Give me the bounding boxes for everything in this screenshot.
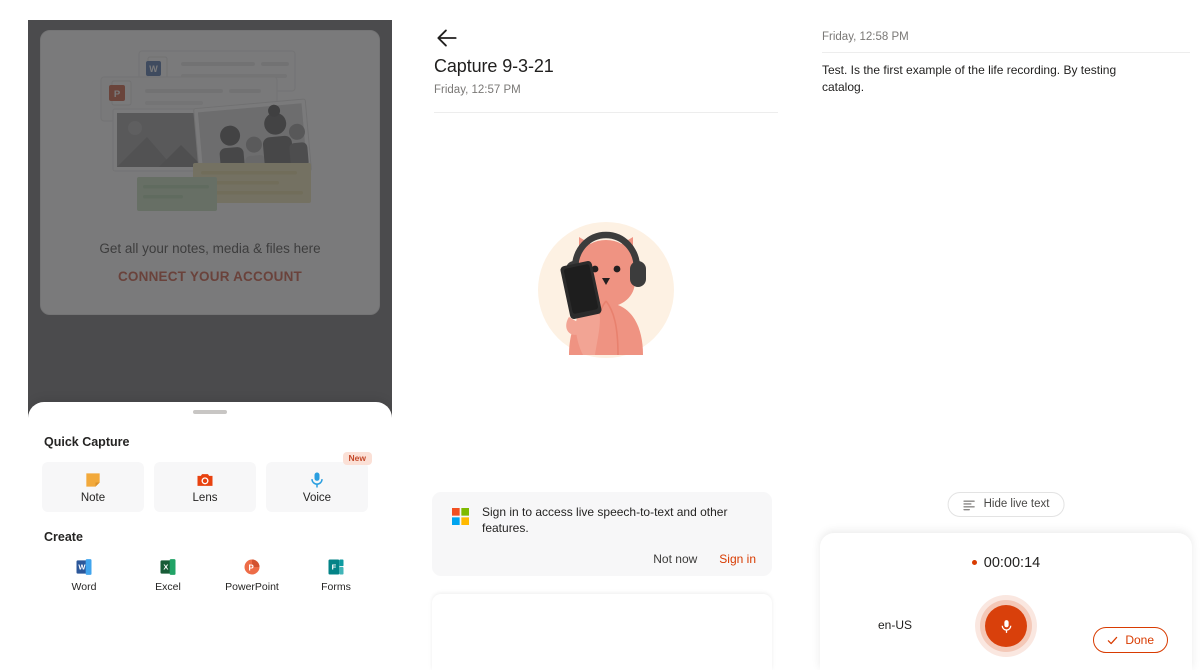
sticky-note-icon: [86, 473, 100, 487]
create-app-word-label: Word: [71, 581, 97, 593]
text-lines-icon: [963, 500, 975, 511]
camera-icon: [197, 473, 213, 486]
recorder-card: 00:00:14 en-US Done: [820, 533, 1192, 670]
capture-subtitle: Friday, 12:57 PM: [434, 84, 521, 96]
not-now-button[interactable]: Not now: [653, 552, 697, 566]
bottom-sheet-peek[interactable]: [432, 594, 772, 670]
cat-with-headphones-illustration: [538, 222, 674, 358]
sign-in-button[interactable]: Sign in: [719, 552, 756, 566]
quick-capture-voice-label: Voice: [302, 491, 332, 504]
voice-new-badge: New: [342, 452, 372, 466]
transcript-divider: [822, 52, 1190, 53]
recording-date: Friday, 12:58 PM: [822, 31, 909, 43]
svg-text:X: X: [163, 563, 168, 572]
live-transcript-text: Test. Is the first example of the life r…: [822, 63, 1117, 94]
create-app-powerpoint-label: PowerPoint: [225, 581, 279, 593]
quick-capture-heading: Quick Capture: [44, 435, 130, 449]
create-heading: Create: [44, 530, 83, 544]
quick-capture-row: Note Lens New Voice: [42, 452, 372, 512]
panel-office-home: W P: [28, 20, 392, 652]
header-divider: [434, 112, 778, 113]
check-icon: [1108, 636, 1118, 644]
done-button-label: Done: [1125, 633, 1154, 647]
quick-capture-lens-label: Lens: [192, 491, 218, 504]
screenshot-root: W P: [0, 0, 1200, 670]
recording-timer-value: 00:00:14: [983, 555, 1041, 571]
hide-live-text-button[interactable]: Hide live text: [947, 492, 1065, 517]
recording-indicator-dot: [971, 559, 977, 565]
create-app-forms-label: Forms: [321, 581, 351, 593]
sheet-drag-handle[interactable]: [193, 410, 227, 414]
microphone-icon: [311, 472, 323, 488]
excel-icon: X: [160, 559, 176, 575]
hide-live-text-label: Hide live text: [983, 497, 1050, 510]
quick-capture-lens[interactable]: Lens: [154, 462, 256, 512]
powerpoint-icon: P: [244, 559, 260, 575]
microphone-icon: [1001, 619, 1011, 633]
signin-prompt-card: Sign in to access live speech-to-text an…: [432, 492, 772, 576]
create-app-word[interactable]: W Word: [42, 557, 126, 593]
word-icon: W: [76, 559, 92, 575]
svg-text:P: P: [249, 563, 254, 572]
quick-capture-voice[interactable]: New Voice: [266, 452, 372, 512]
quick-capture-note-label: Note: [80, 491, 106, 504]
create-app-powerpoint[interactable]: P PowerPoint: [210, 557, 294, 593]
create-app-excel-label: Excel: [155, 581, 181, 593]
recording-timer: 00:00:14: [820, 555, 1192, 571]
panel-capture-detail: Capture 9-3-21 Friday, 12:57 PM Sign in …: [412, 0, 800, 670]
create-apps-row: W Word X Excel P PowerPoint F Forms: [42, 557, 378, 593]
record-stop-button[interactable]: [985, 605, 1027, 647]
forms-icon: F: [328, 559, 344, 575]
panel-live-recording: Friday, 12:58 PM Test. Is the first exam…: [812, 0, 1200, 670]
signin-message: Sign in to access live speech-to-text an…: [482, 505, 728, 535]
create-app-forms[interactable]: F Forms: [294, 557, 378, 593]
quick-capture-bottom-sheet: Quick Capture Note Lens New Voice Create…: [28, 402, 392, 652]
signin-actions: Not now Sign in: [653, 552, 756, 566]
svg-text:W: W: [78, 563, 86, 572]
back-arrow-icon[interactable]: [434, 25, 460, 51]
record-button-wrap: [975, 595, 1037, 657]
capture-title: Capture 9-3-21: [434, 56, 554, 76]
microsoft-logo-icon: [452, 508, 469, 525]
quick-capture-note[interactable]: Note: [42, 462, 144, 512]
recording-language[interactable]: en-US: [878, 618, 912, 632]
done-button[interactable]: Done: [1093, 627, 1168, 653]
create-app-excel[interactable]: X Excel: [126, 557, 210, 593]
svg-text:F: F: [332, 563, 337, 572]
